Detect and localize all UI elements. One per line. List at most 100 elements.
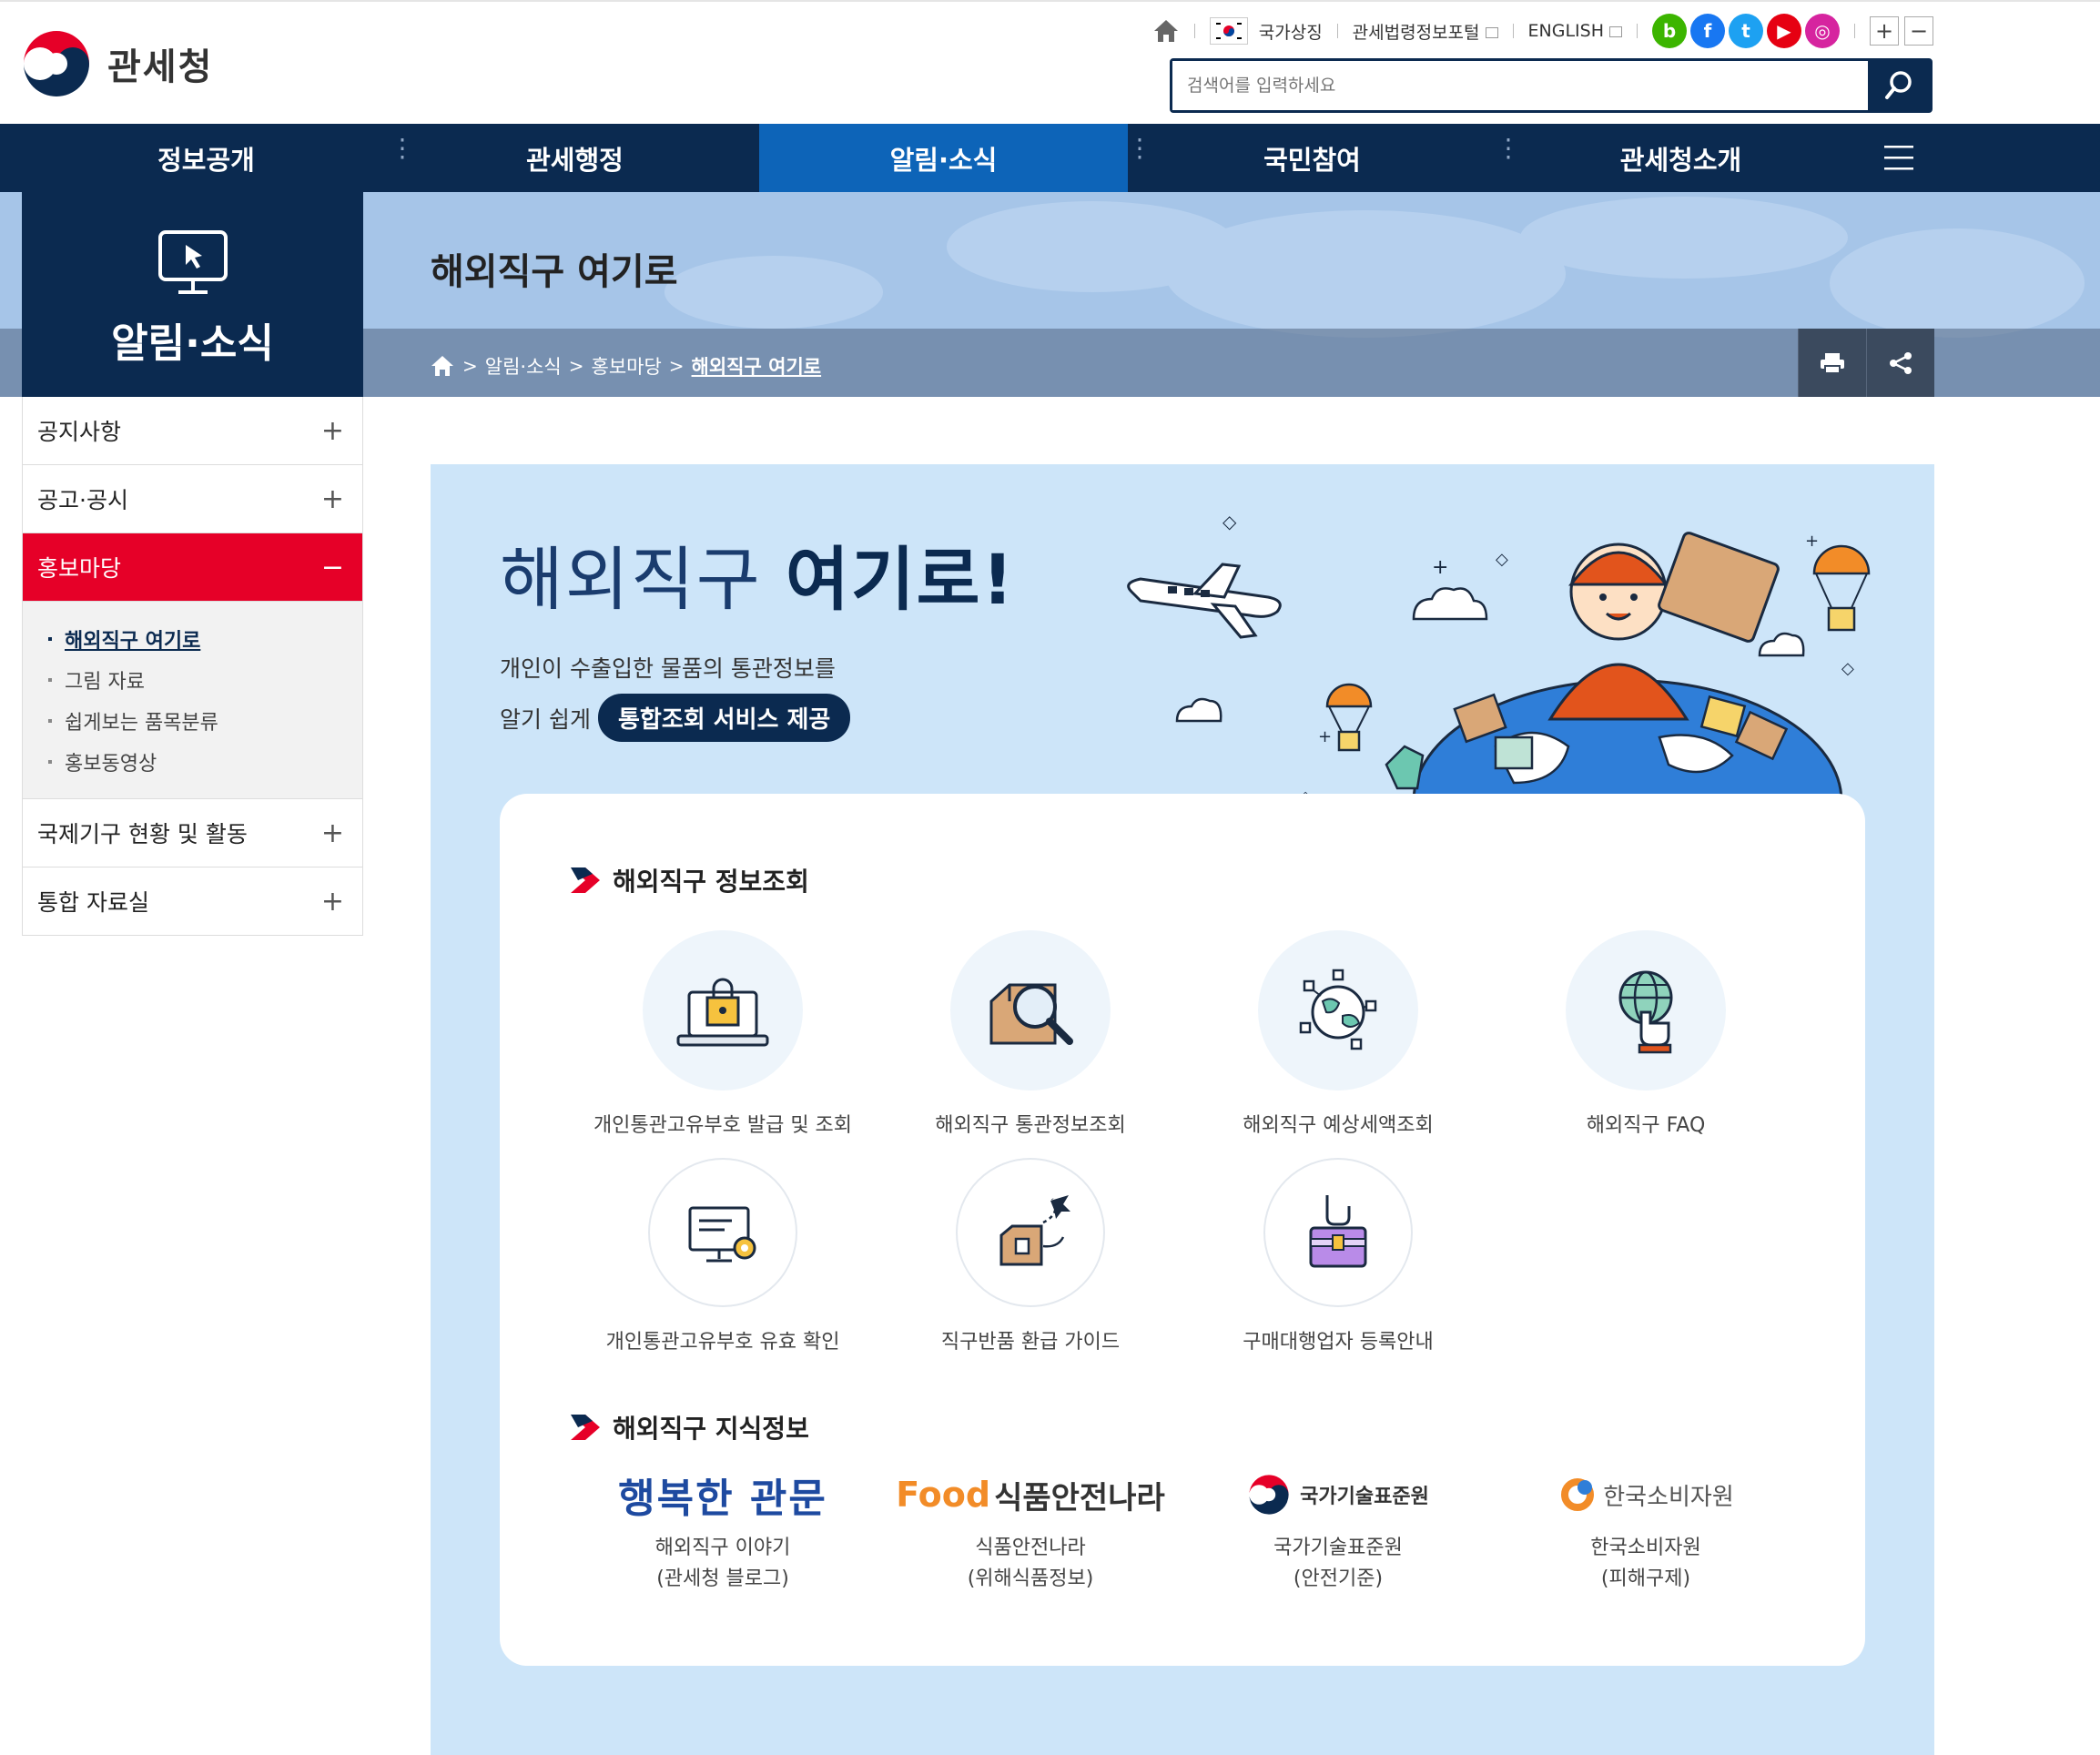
lnb-item-announcement[interactable]: 공고·공시 + — [23, 465, 362, 533]
svg-text:+: + — [1432, 556, 1448, 579]
search-box — [1170, 58, 1933, 113]
lnb-sub-item-direct-purchase[interactable]: 해외직구 여기로 — [48, 618, 362, 659]
service-agent-registration[interactable]: 구매대행업자 등록안내 — [1192, 1158, 1484, 1354]
lnb-sub-item-images[interactable]: 그림 자료 — [48, 659, 362, 700]
lnb-item-international[interactable]: 국제기구 현황 및 활동 + — [23, 799, 362, 867]
external-link-icon — [1485, 27, 1498, 38]
monitor-gear-icon — [688, 1206, 756, 1263]
print-icon — [1821, 352, 1844, 374]
plus-icon: + — [320, 817, 344, 849]
monitor-cursor-icon — [158, 230, 228, 294]
kats-logo: 국가기술표준원 — [1247, 1473, 1429, 1517]
link-kats[interactable]: 국가기술표준원 국가기술표준원 (안전기준) — [1192, 1467, 1484, 1595]
hero-description-2: 알기 쉽게 통합조회 서비스 제공 — [500, 694, 851, 742]
share-icon — [1890, 351, 1912, 374]
search-input[interactable] — [1172, 61, 1868, 110]
search-icon — [1885, 71, 1912, 99]
box-magnifier-icon — [989, 983, 1073, 1045]
external-link-icon — [1609, 25, 1622, 37]
hamburger-menu-icon[interactable] — [1882, 141, 1915, 174]
service-customs-code-validation[interactable]: 개인통관고유부호 유효 확인 — [577, 1158, 868, 1354]
zoom-in-button[interactable]: + — [1870, 16, 1899, 46]
service-return-refund-guide[interactable]: 직구반품 환급 가이드 — [885, 1158, 1176, 1354]
plus-icon: + — [320, 885, 344, 918]
laptop-lock-icon — [676, 978, 769, 1047]
national-symbol-link[interactable]: 국가상징 — [1259, 19, 1323, 44]
facebook-icon[interactable]: f — [1690, 14, 1725, 48]
zoom-out-button[interactable]: − — [1904, 16, 1933, 46]
chevron-right-icon — [571, 1415, 600, 1440]
logo-text: 관세청 — [107, 46, 214, 88]
service-customs-clearance-info[interactable]: 해외직구 통관정보조회 — [885, 930, 1176, 1138]
chevron-right-icon — [571, 867, 600, 893]
svg-text:◇: ◇ — [1841, 659, 1854, 678]
blog-icon[interactable]: b — [1652, 14, 1687, 48]
taegeukgi-icon — [1209, 17, 1248, 45]
hero-description: 개인이 수출입한 물품의 통관정보를 — [500, 655, 836, 682]
minus-icon: − — [320, 551, 344, 583]
knowledge-section-title: 해외직구 지식정보 — [569, 1409, 809, 1446]
zoom-controls: + − — [1870, 16, 1933, 46]
info-section-title: 해외직구 정보조회 — [569, 862, 809, 898]
print-button[interactable] — [1798, 329, 1866, 397]
lnb-sub-item-classification[interactable]: 쉽게보는 품목분류 — [48, 700, 362, 741]
hand-bag-icon — [1309, 1195, 1367, 1268]
gnb-item-news[interactable]: 알림·소식 — [759, 124, 1128, 192]
lnb-item-archive[interactable]: 통합 자료실 + — [23, 867, 362, 936]
twitter-icon[interactable]: t — [1729, 14, 1763, 48]
kca-logo: 한국소비자원 — [1557, 1475, 1734, 1515]
airplane-icon — [1127, 563, 1282, 639]
service-tax-estimate[interactable]: 해외직구 예상세액조회 — [1192, 930, 1484, 1138]
hero-title: 해외직구 여기로! — [500, 539, 1016, 620]
globe-network-icon — [1299, 969, 1377, 1050]
kca-emblem-icon — [1561, 1478, 1595, 1511]
search-button[interactable] — [1868, 61, 1930, 110]
link-food-safety[interactable]: Food 식품안전나라 식품안전나라 (위해식품정보) — [885, 1467, 1176, 1595]
breadcrumb-item[interactable]: 알림·소식 — [485, 352, 562, 380]
food-safety-logo: Food 식품안전나라 — [896, 1475, 1165, 1517]
lnb-item-promotion[interactable]: 홍보마당 − — [23, 533, 362, 602]
home-icon[interactable] — [1152, 18, 1180, 44]
lnb-item-notice[interactable]: 공지사항 + — [23, 397, 362, 465]
parachute-icon — [1812, 544, 1871, 632]
parachute-icon — [1325, 683, 1373, 752]
law-portal-link[interactable]: 관세법령정보포털 — [1353, 19, 1498, 44]
service-card: 해외직구 정보조회 개인통관고유부호 발급 및 조회 해외직구 통관정보조회 해… — [500, 794, 1865, 1666]
svg-text:◇: ◇ — [1496, 550, 1508, 569]
plus-icon: + — [320, 482, 344, 515]
page-title: 해외직구 여기로 — [431, 251, 678, 293]
left-navigation: 공지사항 + 공고·공시 + 홍보마당 − 해외직구 여기로 그림 자료 쉽게보는 품… — [22, 397, 363, 936]
home-icon[interactable] — [430, 354, 455, 378]
integrated-service-badge: 통합조회 서비스 제공 — [597, 694, 851, 742]
utility-bar: 국가상징 관세법령정보포털 ENGLISH b f t ▶ ◎ + − — [1152, 14, 1933, 48]
breadcrumb-item[interactable]: 홍보마당 — [592, 352, 662, 380]
breadcrumb-current[interactable]: 해외직구 여기로 — [692, 352, 822, 380]
english-link[interactable]: ENGLISH — [1528, 21, 1622, 41]
gnb-item-info-disclosure[interactable]: 정보공개 — [22, 124, 391, 192]
main-navigation: 정보공개 ⋮ 관세행정 ⋮ 알림·소식 ⋮ 국민참여 ⋮ 관세청소개 — [0, 124, 2100, 192]
plus-icon: + — [320, 414, 344, 447]
gnb-item-customs-admin[interactable]: 관세행정 — [391, 124, 759, 192]
delivery-globe-illustration: ◇ + ◇ + + ◇ ◇ — [1127, 511, 1871, 801]
kcs-emblem-icon — [22, 29, 91, 98]
service-faq[interactable]: 해외직구 FAQ — [1500, 930, 1791, 1138]
gnb-item-about[interactable]: 관세청소개 — [1496, 124, 1865, 192]
box-airplane-icon — [999, 1195, 1070, 1266]
main-content: 해외직구 여기로! 개인이 수출입한 물품의 통관정보를 알기 쉽게 통합조회 서… — [431, 464, 1934, 1755]
sns-links: b f t ▶ ◎ — [1652, 14, 1840, 48]
share-button[interactable] — [1866, 329, 1934, 397]
lnb-sub-item-videos[interactable]: 홍보동영상 — [48, 741, 362, 782]
svg-text:+: + — [1805, 532, 1819, 551]
svg-text:+: + — [1318, 727, 1332, 746]
site-logo[interactable]: 관세청 — [20, 27, 213, 100]
link-kcs-blog[interactable]: 행복한 관문 해외직구 이야기 (관세청 블로그) — [577, 1467, 868, 1595]
service-customs-code-issue[interactable]: 개인통관고유부호 발급 및 조회 — [577, 930, 868, 1138]
youtube-icon[interactable]: ▶ — [1767, 14, 1801, 48]
lnb-header: 알림·소식 — [22, 192, 363, 397]
instagram-icon[interactable]: ◎ — [1805, 14, 1840, 48]
link-kca[interactable]: 한국소비자원 한국소비자원 (피해구제) — [1500, 1467, 1791, 1595]
svg-text:◇: ◇ — [1222, 511, 1237, 533]
globe-hand-icon — [1618, 970, 1673, 1054]
government-emblem-icon — [1249, 1475, 1289, 1515]
gnb-item-participation[interactable]: 국민참여 — [1128, 124, 1496, 192]
